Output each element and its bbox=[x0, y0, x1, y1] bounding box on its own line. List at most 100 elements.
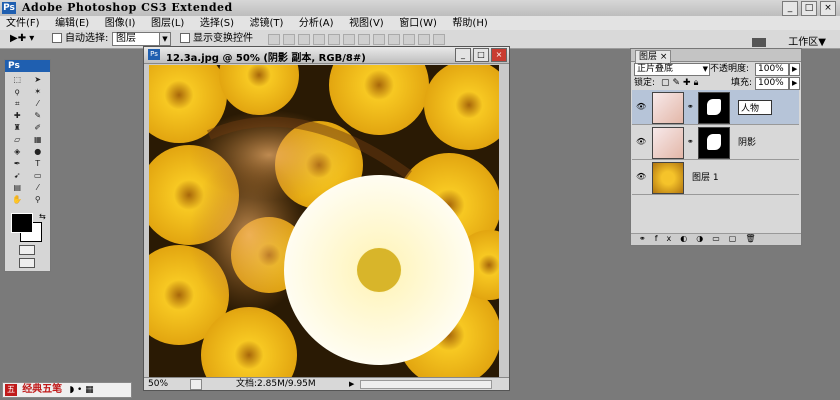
lock-label: 锁定: bbox=[634, 78, 656, 88]
menu-select[interactable]: 选择(S) bbox=[194, 17, 240, 31]
layer-thumbnail bbox=[652, 127, 684, 159]
layer-row-shadow[interactable]: 👁︎ ⚭ 阴影 bbox=[632, 125, 799, 160]
eye-icon[interactable]: 👁︎ bbox=[636, 137, 646, 146]
distribute-top-icon[interactable] bbox=[358, 34, 370, 45]
link-icon[interactable]: ⚭ bbox=[687, 137, 694, 146]
lasso-tool-icon[interactable]: ϙ bbox=[8, 87, 27, 97]
layer-row-figure[interactable]: 👁︎ ⚭ 人物 bbox=[632, 90, 799, 125]
eye-icon[interactable]: 👁︎ bbox=[636, 172, 646, 181]
status-menu-arrow-icon[interactable]: ▶ bbox=[349, 378, 354, 390]
shape-tool-icon[interactable]: ▭ bbox=[29, 171, 48, 181]
path-selection-tool-icon[interactable]: ➹ bbox=[8, 171, 27, 181]
ime-name[interactable]: 经典五笔 bbox=[22, 384, 62, 395]
align-hcenter-icon[interactable] bbox=[328, 34, 340, 45]
opacity-label: 不透明度: bbox=[710, 64, 750, 74]
window-controls: _ □ × bbox=[782, 1, 836, 16]
slice-tool-icon[interactable]: ⁄ bbox=[29, 99, 48, 109]
blur-tool-icon[interactable]: ◈ bbox=[8, 147, 27, 157]
ime-mode-icons[interactable]: ◗ • ▦ bbox=[69, 385, 93, 395]
show-transform-checkbox[interactable] bbox=[180, 33, 190, 43]
distribute-left-icon[interactable] bbox=[403, 34, 415, 45]
hand-tool-icon[interactable]: ✋ bbox=[8, 195, 27, 205]
align-right-icon[interactable] bbox=[343, 34, 355, 45]
distribute-vcenter-icon[interactable] bbox=[373, 34, 385, 45]
fill-arrow-icon[interactable]: ▶ bbox=[789, 77, 800, 90]
blend-mode-dropdown[interactable]: 正片叠底 ▼ bbox=[634, 63, 710, 76]
menu-analysis[interactable]: 分析(A) bbox=[293, 17, 340, 31]
menu-edit[interactable]: 编辑(E) bbox=[49, 17, 95, 31]
horizontal-scrollbar[interactable] bbox=[360, 380, 492, 389]
magic-wand-tool-icon[interactable]: ✶ bbox=[29, 87, 48, 97]
zoom-level[interactable]: 50% bbox=[148, 378, 168, 390]
layer-name[interactable]: 人物 bbox=[738, 100, 773, 115]
eraser-tool-icon[interactable]: ▱ bbox=[8, 135, 27, 145]
eye-icon[interactable]: 👁︎ bbox=[636, 102, 646, 111]
move-tool-icon[interactable]: ▶✚ ▾ bbox=[10, 33, 34, 45]
zoom-tool-icon[interactable]: ⚲ bbox=[29, 195, 48, 205]
align-vcenter-icon[interactable] bbox=[283, 34, 295, 45]
opacity-arrow-icon[interactable]: ▶ bbox=[789, 63, 800, 76]
distribute-bottom-icon[interactable] bbox=[388, 34, 400, 45]
link-icon[interactable]: ⚭ bbox=[687, 102, 694, 111]
distribute-right-icon[interactable] bbox=[433, 34, 445, 45]
document-titlebar: Ps 12.3a.jpg @ 50% (阴影 副本, RGB/8#) _ □ × bbox=[144, 47, 509, 64]
opacity-field[interactable]: 100% bbox=[755, 63, 789, 76]
doc-maximize-button[interactable]: □ bbox=[473, 48, 489, 62]
menu-help[interactable]: 帮助(H) bbox=[446, 17, 493, 31]
align-buttons bbox=[268, 34, 445, 45]
swap-colors-icon[interactable]: ⇆ bbox=[39, 212, 46, 221]
menu-layer[interactable]: 图层(L) bbox=[145, 17, 190, 31]
ps-document-icon: Ps bbox=[148, 49, 160, 60]
maximize-button[interactable]: □ bbox=[801, 1, 817, 16]
menu-image[interactable]: 图像(I) bbox=[99, 17, 142, 31]
layer-action-icons[interactable]: ⚭fx◐◑▭▢🗑︎ bbox=[639, 234, 765, 243]
close-button[interactable]: × bbox=[820, 1, 836, 16]
doc-minimize-button[interactable]: _ bbox=[455, 48, 471, 62]
dodge-tool-icon[interactable]: ● bbox=[29, 147, 48, 157]
history-brush-tool-icon[interactable]: ✐ bbox=[29, 123, 48, 133]
align-left-icon[interactable] bbox=[313, 34, 325, 45]
pen-tool-icon[interactable]: ✒ bbox=[8, 159, 27, 169]
layer-row-layer1[interactable]: 👁︎ 图层 1 bbox=[632, 160, 799, 195]
auto-select-dropdown[interactable]: 图层 ▼ bbox=[112, 32, 171, 46]
menu-view[interactable]: 视图(V) bbox=[343, 17, 390, 31]
menu-file[interactable]: 文件(F) bbox=[0, 17, 46, 31]
show-transform-option[interactable]: 显示变换控件 bbox=[180, 33, 253, 45]
menu-bar: 文件(F) 编辑(E) 图像(I) 图层(L) 选择(S) 滤镜(T) 分析(A… bbox=[0, 16, 840, 31]
notes-tool-icon[interactable]: ▤ bbox=[8, 183, 27, 193]
quick-mask-icon[interactable] bbox=[19, 245, 35, 255]
doc-close-button[interactable]: × bbox=[491, 48, 507, 62]
align-top-icon[interactable] bbox=[268, 34, 280, 45]
move-tool-icon[interactable]: ➤ bbox=[29, 75, 48, 85]
menu-filter[interactable]: 滤镜(T) bbox=[243, 17, 289, 31]
auto-select-checkbox[interactable] bbox=[52, 33, 62, 43]
layer-name[interactable]: 图层 1 bbox=[692, 170, 719, 183]
document-status-bar: 50% 文档:2.85M/9.95M ▶ bbox=[144, 377, 509, 390]
palette-well-icon[interactable] bbox=[752, 37, 767, 47]
minimize-button[interactable]: _ bbox=[782, 1, 798, 16]
fill-field[interactable]: 100% bbox=[755, 77, 789, 90]
screen-mode-icon[interactable] bbox=[19, 258, 35, 268]
brush-tool-icon[interactable]: ✎ bbox=[29, 111, 48, 121]
white-flower bbox=[284, 175, 474, 365]
align-bottom-icon[interactable] bbox=[298, 34, 310, 45]
image-canvas[interactable] bbox=[149, 65, 499, 378]
lock-icons[interactable]: ▢✎✚🔒︎ bbox=[661, 77, 701, 89]
tab-layers[interactable]: 图层 × bbox=[635, 50, 672, 63]
auto-select-option[interactable]: 自动选择: bbox=[52, 33, 108, 45]
status-icon[interactable] bbox=[190, 379, 202, 390]
layer-name[interactable]: 阴影 bbox=[738, 135, 756, 148]
app-title: Adobe Photoshop CS3 Extended bbox=[22, 1, 233, 14]
gradient-tool-icon[interactable]: ▦ bbox=[29, 135, 48, 145]
workspace-button[interactable]: 工作区▼ bbox=[752, 33, 826, 48]
crop-tool-icon[interactable]: ⌗ bbox=[8, 99, 27, 109]
marquee-tool-icon[interactable]: ⬚ bbox=[8, 75, 27, 85]
foreground-color-swatch[interactable] bbox=[11, 213, 33, 233]
ime-logo-icon[interactable]: 五 bbox=[5, 384, 17, 396]
type-tool-icon[interactable]: T bbox=[29, 159, 48, 169]
distribute-hcenter-icon[interactable] bbox=[418, 34, 430, 45]
menu-window[interactable]: 窗口(W) bbox=[393, 17, 443, 31]
healing-brush-tool-icon[interactable]: ✚ bbox=[8, 111, 27, 121]
clone-stamp-tool-icon[interactable]: ♜ bbox=[8, 123, 27, 133]
eyedropper-tool-icon[interactable]: ⁄ bbox=[29, 183, 48, 193]
